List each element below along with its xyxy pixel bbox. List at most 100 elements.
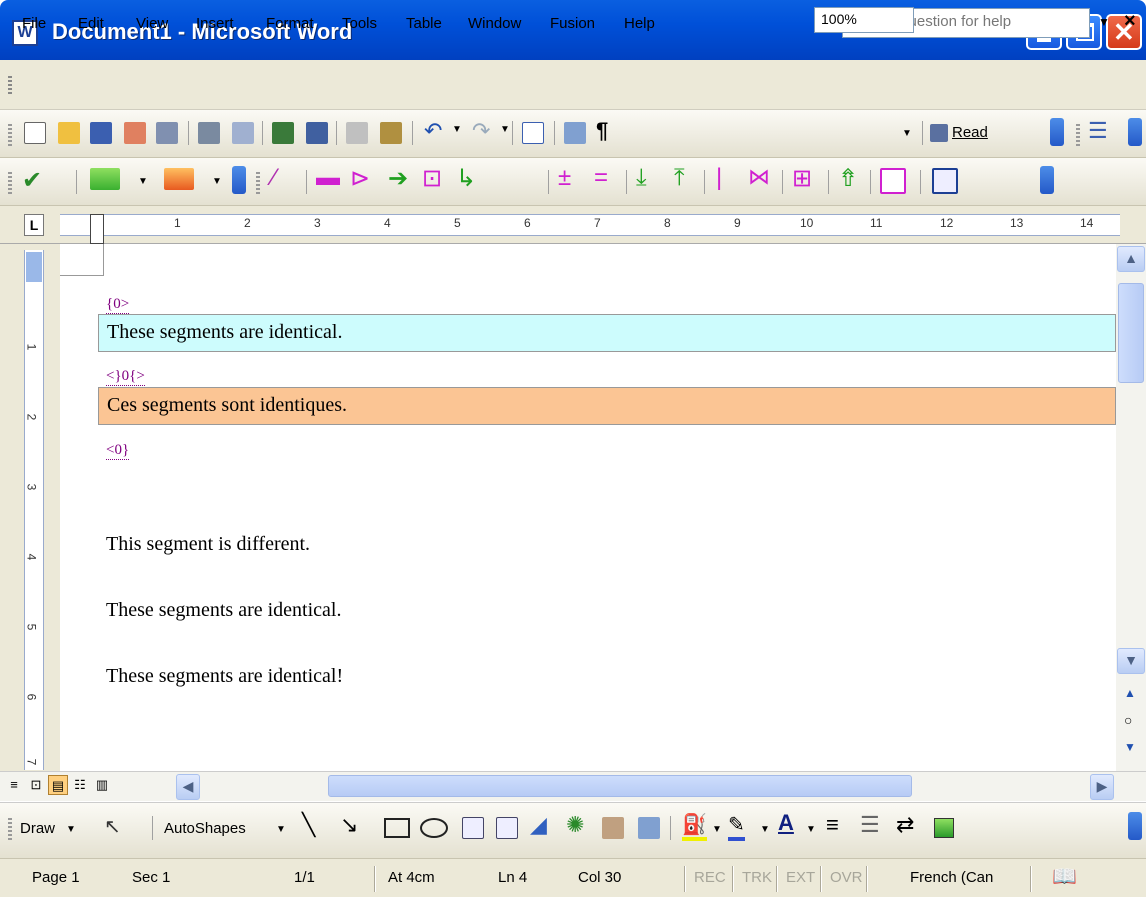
diagram-icon[interactable]: ◢ xyxy=(530,812,547,838)
line-style-icon[interactable]: ≡ xyxy=(826,812,839,838)
help-dropdown-icon[interactable]: ▼ xyxy=(1098,15,1110,29)
menu-tools[interactable]: Tools xyxy=(342,15,377,32)
toolbar-grip[interactable] xyxy=(8,172,12,194)
menu-help[interactable]: Help xyxy=(624,15,655,32)
ruler-strip[interactable] xyxy=(60,214,1120,236)
oval-icon[interactable] xyxy=(420,818,448,838)
print-icon[interactable] xyxy=(198,122,220,144)
status-column[interactable]: Col 30 xyxy=(574,867,625,891)
toolbar-grip[interactable] xyxy=(256,172,260,194)
next-page-icon[interactable]: ▼ xyxy=(1124,740,1136,754)
shadow-style-icon[interactable] xyxy=(934,818,954,838)
spelling-status-icon[interactable]: 📖 xyxy=(1052,864,1077,889)
equal-segment-icon[interactable]: = xyxy=(594,164,608,192)
undo-icon[interactable]: ↶ xyxy=(424,118,442,144)
insert-table-icon[interactable] xyxy=(522,122,544,144)
menu-grip[interactable] xyxy=(8,76,12,94)
document-map-icon[interactable] xyxy=(564,122,586,144)
open-folder-icon[interactable] xyxy=(58,122,80,144)
translate-icon[interactable]: ⊡ xyxy=(422,164,442,193)
toolbar-grip[interactable] xyxy=(1076,124,1080,146)
menu-file[interactable]: File xyxy=(22,15,46,32)
vertical-scroll-thumb[interactable] xyxy=(1118,283,1144,383)
segment-icon[interactable]: ▬ xyxy=(316,164,340,192)
status-pages[interactable]: 1/1 xyxy=(290,867,319,891)
read-mode-icon[interactable] xyxy=(930,124,948,142)
orange-dropdown-icon[interactable]: ▼ xyxy=(212,176,222,187)
select-browse-object-icon[interactable]: ○ xyxy=(1124,712,1132,728)
redo-dropdown-icon[interactable]: ▼ xyxy=(500,124,510,135)
tab-selector[interactable]: L xyxy=(24,214,44,236)
copy-icon[interactable] xyxy=(346,122,368,144)
redo-icon[interactable]: ↷ xyxy=(472,118,490,144)
check-icon[interactable]: ✔ xyxy=(22,166,42,195)
reading-layout-icon[interactable]: ▥ xyxy=(92,775,112,795)
status-position[interactable]: At 4cm xyxy=(384,867,439,891)
zoom-dropdown-icon[interactable]: ▼ xyxy=(902,128,912,139)
plus-segment-icon[interactable]: ± xyxy=(558,164,571,192)
font-color-icon[interactable]: A xyxy=(778,810,794,836)
paragraph[interactable]: This segment is different. xyxy=(106,533,310,556)
toolbar-grip[interactable] xyxy=(8,818,12,840)
research-icon[interactable] xyxy=(306,122,328,144)
menu-fusion[interactable]: Fusion xyxy=(550,15,595,32)
autoshapes-menu-button[interactable]: AutoShapes xyxy=(164,820,246,837)
merge-icon[interactable]: ⋈ xyxy=(748,164,770,190)
line-icon[interactable]: ╲ xyxy=(302,812,315,838)
show-formatting-icon[interactable]: ¶ xyxy=(596,118,608,144)
grid-icon[interactable]: ⊞ xyxy=(792,164,812,193)
status-ext[interactable]: EXT xyxy=(782,867,819,891)
up-icon[interactable]: ⇮ xyxy=(838,164,858,193)
target-segment[interactable]: Ces segments sont identiques. xyxy=(98,387,1116,425)
select-objects-icon[interactable]: ↖ xyxy=(104,814,121,839)
read-button[interactable]: Read xyxy=(952,124,988,141)
arrow-icon[interactable]: ↘ xyxy=(340,812,358,838)
scroll-left-icon[interactable]: ◀ xyxy=(176,774,200,800)
outline-view-icon[interactable]: ☷ xyxy=(70,775,90,795)
status-ovr[interactable]: OVR xyxy=(826,867,867,891)
segment-mid-tag[interactable]: <}0{> xyxy=(106,368,145,386)
insert-picture-icon[interactable] xyxy=(638,817,660,839)
email-icon[interactable] xyxy=(156,122,178,144)
top-margin-marker[interactable] xyxy=(26,252,42,282)
toolbar-options-icon[interactable] xyxy=(1128,812,1142,840)
download-icon[interactable]: ⤓ xyxy=(636,164,647,192)
paste-icon[interactable] xyxy=(380,122,402,144)
menu-view[interactable]: View xyxy=(136,15,168,32)
save-icon[interactable] xyxy=(90,122,112,144)
segment-open-tag[interactable]: {0> xyxy=(106,296,130,314)
vertical-ruler[interactable] xyxy=(24,250,44,770)
status-rec[interactable]: REC xyxy=(690,867,730,891)
clipart-organizer-icon[interactable]: ✺ xyxy=(566,812,584,838)
segment-next-icon[interactable]: ⊳ xyxy=(350,164,370,193)
menu-window[interactable]: Window xyxy=(468,15,521,32)
highlight-green-icon[interactable] xyxy=(90,168,120,190)
bar-icon[interactable]: | xyxy=(716,164,722,192)
zoom-select[interactable]: 100% xyxy=(814,7,914,33)
normal-view-icon[interactable]: ≡ xyxy=(4,775,24,795)
toolbar-options-icon[interactable] xyxy=(232,166,246,194)
toolbar-grip[interactable] xyxy=(8,124,12,146)
status-language[interactable]: French (Can xyxy=(906,867,997,891)
upload-icon[interactable]: ⤒ xyxy=(674,164,685,192)
print-layout-icon[interactable]: ▤ xyxy=(48,775,68,795)
indent-marker[interactable] xyxy=(90,214,104,244)
dash-style-icon[interactable]: ☰ xyxy=(860,812,880,838)
web-layout-icon[interactable]: ⊡ xyxy=(26,775,46,795)
status-page[interactable]: Page 1 xyxy=(28,867,84,891)
window-icon[interactable] xyxy=(880,168,906,194)
text-box-icon[interactable] xyxy=(462,817,484,839)
fill-dropdown-icon[interactable]: ▼ xyxy=(712,824,722,835)
line-color-icon[interactable]: ✎ xyxy=(728,812,745,841)
font-color-dropdown-icon[interactable]: ▼ xyxy=(806,824,816,835)
paragraph[interactable]: These segments are identical! xyxy=(106,665,343,688)
line-color-dropdown-icon[interactable]: ▼ xyxy=(760,824,770,835)
wand-icon[interactable]: ⁄ xyxy=(272,164,276,192)
status-section[interactable]: Sec 1 xyxy=(128,867,174,891)
scroll-right-icon[interactable]: ▶ xyxy=(1090,774,1114,800)
scroll-up-icon[interactable]: ▲ xyxy=(1117,246,1145,272)
permission-icon[interactable] xyxy=(124,122,146,144)
draw-dropdown-icon[interactable]: ▼ xyxy=(66,824,76,835)
menu-format[interactable]: Format xyxy=(266,15,314,32)
paragraph[interactable]: These segments are identical. xyxy=(106,599,341,622)
